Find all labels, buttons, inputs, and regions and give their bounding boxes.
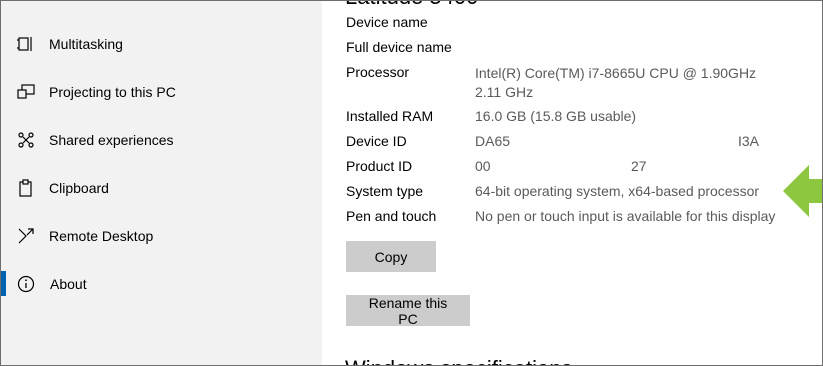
remote-desktop-icon — [18, 228, 34, 244]
pen-touch-value: No pen or touch input is available for t… — [475, 208, 776, 224]
chevron-up-icon — [16, 0, 30, 4]
device-id-suffix: I3A — [738, 133, 760, 149]
highlight-arrow-icon — [783, 165, 822, 217]
device-heading: Latitude 5400 — [345, 1, 478, 10]
sidebar-item-label: Shared experiences — [49, 132, 174, 148]
sidebar-item-label: About — [50, 276, 87, 292]
sidebar-item-about[interactable]: About — [1, 265, 322, 305]
spec-label: System type — [346, 183, 424, 199]
sidebar-item-label: Clipboard — [49, 180, 109, 196]
spec-label: Processor — [346, 64, 410, 80]
processor-value: Intel(R) Core(TM) i7-8665U CPU @ 1.90GHz… — [475, 65, 757, 100]
windows-specifications-heading: Windows specifications — [345, 356, 572, 365]
sidebar-item-projecting[interactable]: Projecting to this PC — [1, 73, 322, 113]
sidebar-item-label: Projecting to this PC — [49, 84, 176, 100]
product-id-value: 00 — [475, 158, 491, 174]
sidebar-item-remote-desktop[interactable]: Remote Desktop — [1, 217, 322, 257]
ram-value: 16.0 GB (15.8 GB usable) — [475, 108, 637, 124]
spec-label: Installed RAM — [346, 108, 434, 124]
device-id-value: DA65 — [475, 133, 511, 149]
sidebar: Multitasking Projecting to this PC Share… — [1, 1, 322, 365]
multitasking-icon — [17, 37, 32, 51]
settings-window: Multitasking Projecting to this PC Share… — [0, 0, 823, 366]
spec-label: Device ID — [346, 133, 407, 149]
product-id-suffix: 27 — [631, 158, 647, 174]
info-icon — [17, 275, 35, 293]
sidebar-item-multitasking[interactable]: Multitasking — [1, 25, 322, 65]
spec-label: Pen and touch — [346, 208, 437, 224]
shared-experiences-icon — [18, 132, 34, 148]
system-type-value: 64-bit operating system, x64-based proce… — [475, 183, 760, 199]
projecting-icon — [17, 84, 35, 99]
rename-pc-button[interactable]: Rename this PC — [346, 295, 470, 327]
copy-button[interactable]: Copy — [346, 241, 436, 272]
spec-label: Product ID — [346, 158, 413, 174]
spec-label: Device name — [346, 14, 428, 30]
clipboard-icon — [19, 179, 32, 197]
sidebar-item-clipboard[interactable]: Clipboard — [1, 169, 322, 209]
spec-label: Full device name — [346, 39, 452, 55]
sidebar-item-shared-experiences[interactable]: Shared experiences — [1, 121, 322, 161]
sidebar-item-label: Multitasking — [49, 36, 123, 52]
sidebar-item-label: Remote Desktop — [49, 228, 154, 244]
